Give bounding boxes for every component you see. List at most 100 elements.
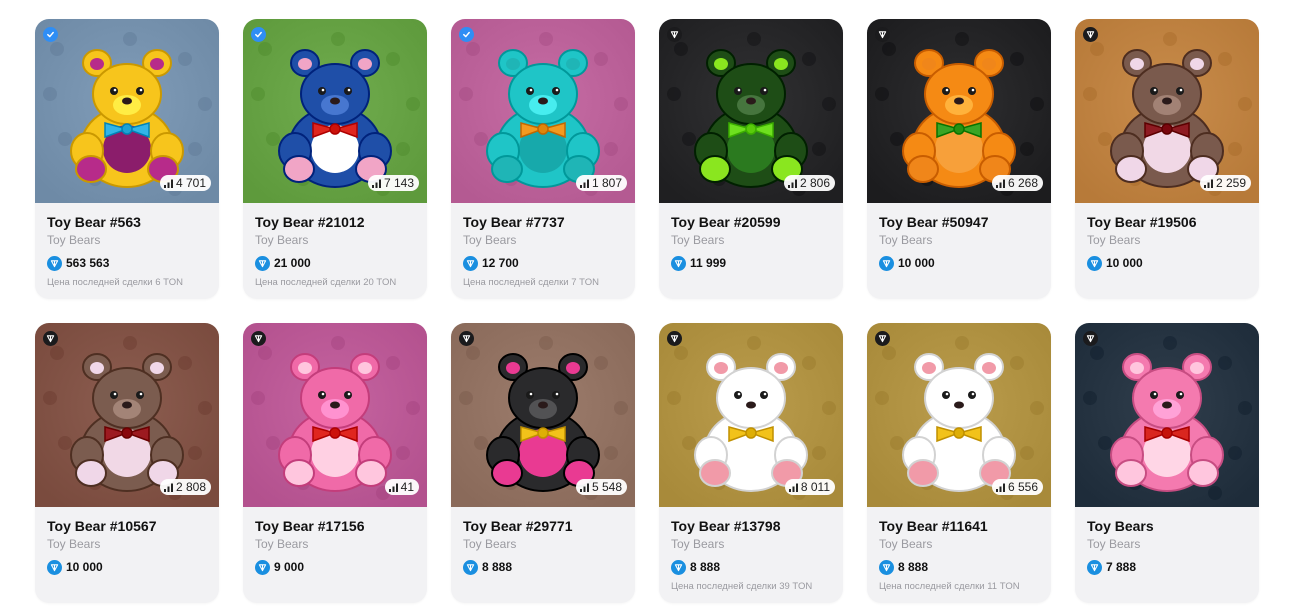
listing-count-badge: 4 701 [159, 175, 211, 191]
nft-image[interactable]: 4 701 [35, 19, 219, 203]
price-row: 11 999 [671, 255, 831, 271]
bar-chart-icon [995, 179, 1005, 188]
listing-count-badge: 41 [384, 479, 419, 495]
nft-card-6[interactable]: 2 259 Toy Bear #19506 Toy Bears 10 000 [1075, 19, 1259, 299]
bar-chart-icon [163, 179, 173, 188]
nft-title[interactable]: Toy Bear #10567 [47, 517, 207, 535]
nft-card-4[interactable]: 2 806 Toy Bear #20599 Toy Bears 11 999 [659, 19, 843, 299]
nft-card-5[interactable]: 6 268 Toy Bear #50947 Toy Bears 10 000 [867, 19, 1051, 299]
nft-title[interactable]: Toy Bear #50947 [879, 213, 1039, 231]
ton-badge-icon [459, 331, 474, 346]
nft-card-12[interactable]: Toy Bears Toy Bears 7 888 [1075, 323, 1259, 603]
last-sale-price: Цена последней сделки 6 TON [47, 277, 184, 288]
listing-count: 2 808 [175, 480, 206, 494]
nft-image[interactable]: 6 268 [867, 19, 1051, 203]
listing-count-badge: 7 143 [367, 175, 419, 191]
listing-count: 6 556 [1007, 480, 1038, 494]
ton-icon [879, 255, 894, 271]
price-value: 7 888 [1106, 560, 1137, 574]
nft-image[interactable]: 2 259 [1075, 19, 1259, 203]
collection-name[interactable]: Toy Bears [463, 535, 623, 553]
bar-chart-icon [163, 483, 173, 492]
price-value: 8 888 [690, 560, 721, 574]
nft-title[interactable]: Toy Bear #29771 [463, 517, 623, 535]
price-value: 8 888 [898, 560, 929, 574]
listing-count: 8 011 [800, 480, 830, 494]
nft-title[interactable]: Toy Bear #17156 [255, 517, 415, 535]
nft-title[interactable]: Toy Bear #20599 [671, 213, 831, 231]
collection-name[interactable]: Toy Bears [1087, 535, 1247, 553]
collection-name[interactable]: Toy Bears [463, 231, 623, 249]
nft-image[interactable]: 8 011 [659, 323, 843, 507]
nft-image[interactable] [1075, 323, 1259, 507]
collection-name[interactable]: Toy Bears [1087, 231, 1247, 249]
listing-count: 2 806 [799, 176, 830, 190]
price-row: 8 888 [671, 559, 831, 575]
listing-count: 6 268 [1007, 176, 1038, 190]
nft-image[interactable]: 1 807 [451, 19, 635, 203]
bar-chart-icon [579, 483, 589, 492]
nft-title[interactable]: Toy Bear #13798 [671, 517, 831, 535]
collection-name[interactable]: Toy Bears [879, 231, 1039, 249]
nft-title[interactable]: Toy Bears [1087, 517, 1247, 535]
ton-badge-icon [875, 331, 890, 346]
price-row: 8 888 [463, 559, 623, 575]
ton-icon [1087, 559, 1102, 575]
collection-name[interactable]: Toy Bears [255, 535, 415, 553]
ton-badge-icon [43, 331, 58, 346]
nft-title[interactable]: Toy Bear #11641 [879, 517, 1039, 535]
collection-name[interactable]: Toy Bears [255, 231, 415, 249]
price-value: 563 563 [66, 256, 110, 270]
price-row: 10 000 [879, 255, 1039, 271]
nft-card-11[interactable]: 6 556 Toy Bear #11641 Toy Bears 8 888 Це… [867, 323, 1051, 603]
price-value: 10 000 [898, 256, 935, 270]
collection-name[interactable]: Toy Bears [47, 231, 207, 249]
price-value: 8 888 [482, 560, 513, 574]
ton-badge-icon [667, 331, 682, 346]
ton-badge-icon [667, 27, 682, 42]
ton-badge-icon [251, 331, 266, 346]
nft-title[interactable]: Toy Bear #19506 [1087, 213, 1247, 231]
last-sale-price: Цена последней сделки 7 TON [463, 277, 600, 288]
collection-name[interactable]: Toy Bears [879, 535, 1039, 553]
listing-count: 41 [400, 480, 414, 494]
nft-image[interactable]: 2 806 [659, 19, 843, 203]
nft-title[interactable]: Toy Bear #21012 [255, 213, 415, 231]
nft-image[interactable]: 2 808 [35, 323, 219, 507]
verified-badge-icon [251, 27, 266, 42]
last-sale-price: Цена последней сделки 20 TON [255, 277, 397, 288]
ton-icon [47, 559, 62, 575]
nft-image[interactable]: 5 548 [451, 323, 635, 507]
nft-image[interactable]: 41 [243, 323, 427, 507]
listing-count-badge: 6 556 [991, 479, 1043, 495]
nft-card-8[interactable]: 41 Toy Bear #17156 Toy Bears 9 000 [243, 323, 427, 603]
last-sale-price: Цена последней сделки 39 TON [671, 581, 813, 592]
ton-badge-icon [875, 27, 890, 42]
ton-icon [463, 559, 478, 575]
nft-card-2[interactable]: 7 143 Toy Bear #21012 Toy Bears 21 000 Ц… [243, 19, 427, 299]
nft-title[interactable]: Toy Bear #7737 [463, 213, 623, 231]
ton-icon [671, 559, 686, 575]
collection-name[interactable]: Toy Bears [671, 535, 831, 553]
price-value: 10 000 [66, 560, 103, 574]
verified-badge-icon [43, 27, 58, 42]
price-value: 21 000 [274, 256, 311, 270]
price-value: 9 000 [274, 560, 305, 574]
collection-name[interactable]: Toy Bears [47, 535, 207, 553]
nft-card-9[interactable]: 5 548 Toy Bear #29771 Toy Bears 8 888 [451, 323, 635, 603]
nft-card-10[interactable]: 8 011 Toy Bear #13798 Toy Bears 8 888 Це… [659, 323, 843, 603]
nft-image[interactable]: 6 556 [867, 323, 1051, 507]
listing-count-badge: 2 259 [1199, 175, 1251, 191]
price-row: 8 888 [879, 559, 1039, 575]
nft-card-1[interactable]: 4 701 Toy Bear #563 Toy Bears 563 563 Це… [35, 19, 219, 299]
nft-title[interactable]: Toy Bear #563 [47, 213, 207, 231]
last-sale-price: Цена последней сделки 11 TON [879, 581, 1020, 592]
price-row: 12 700 [463, 255, 623, 271]
ton-icon [671, 255, 686, 271]
nft-card-3[interactable]: 1 807 Toy Bear #7737 Toy Bears 12 700 Це… [451, 19, 635, 299]
nft-image[interactable]: 7 143 [243, 19, 427, 203]
collection-name[interactable]: Toy Bears [671, 231, 831, 249]
ton-icon [879, 559, 894, 575]
nft-card-7[interactable]: 2 808 Toy Bear #10567 Toy Bears 10 000 [35, 323, 219, 603]
listing-count: 5 548 [591, 480, 622, 494]
